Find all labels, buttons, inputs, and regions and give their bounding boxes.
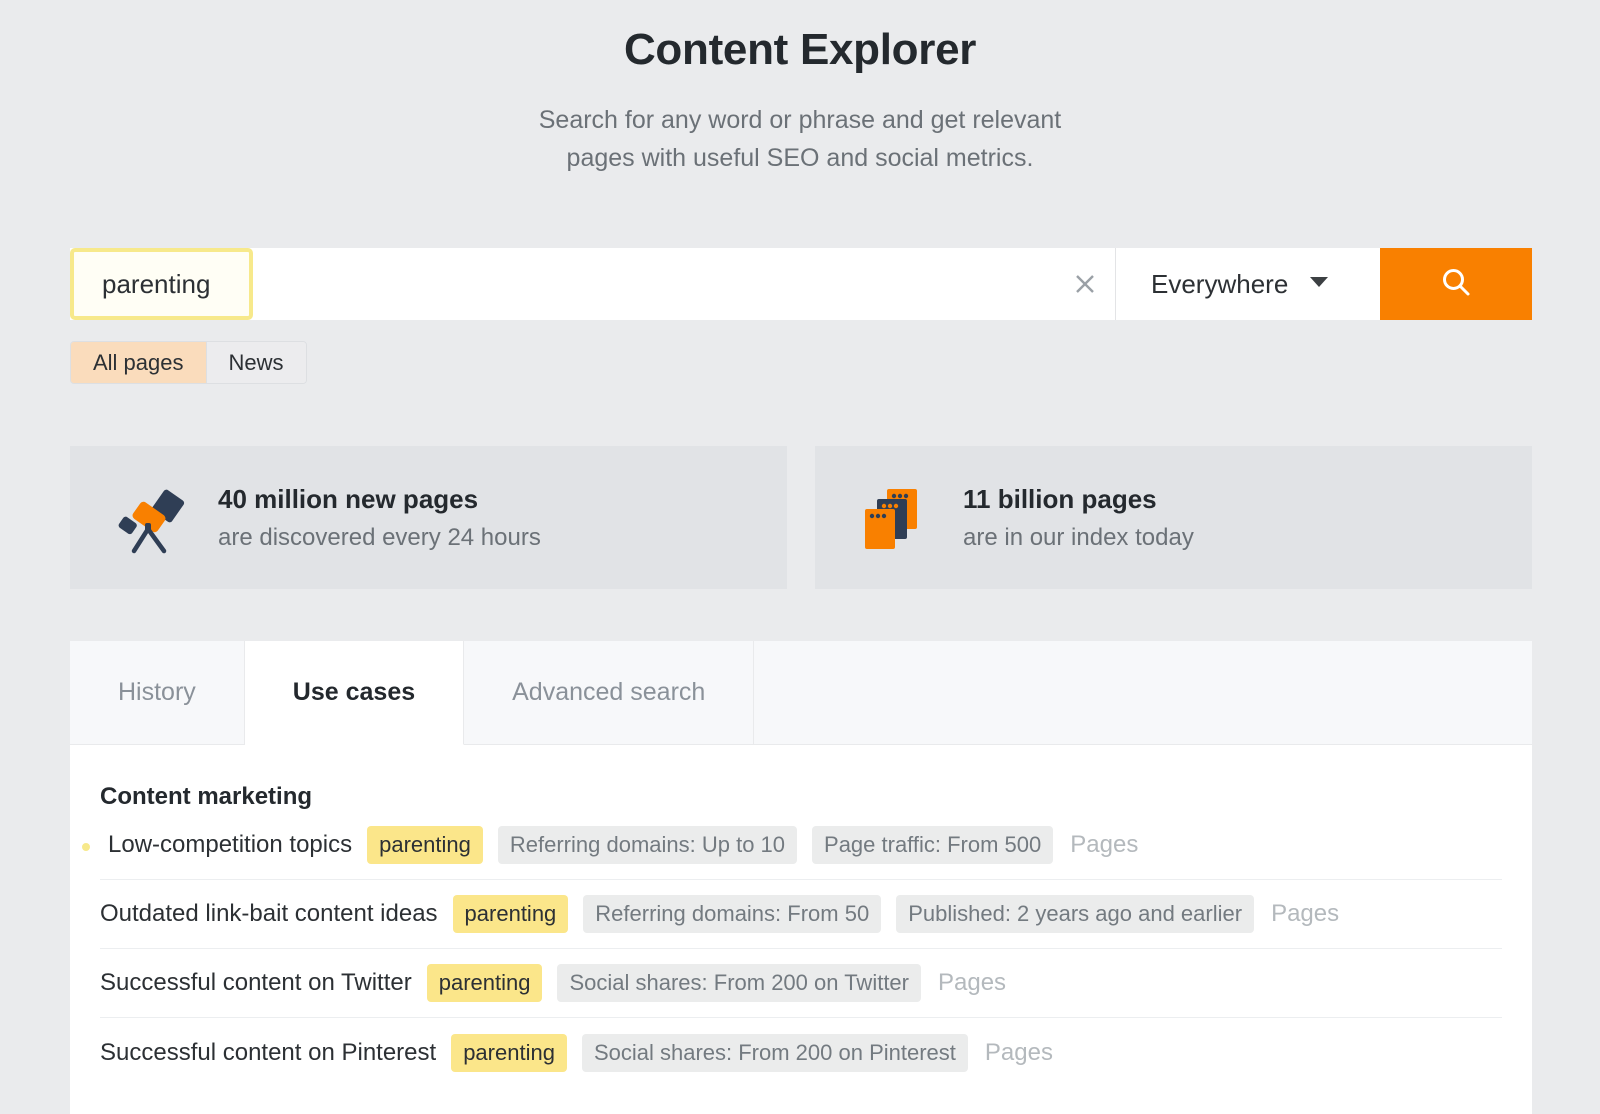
use-case-filter-pill: Page traffic: From 500 <box>812 826 1053 864</box>
use-case-keyword-pill: parenting <box>451 1034 567 1072</box>
use-case-filter-pill: Published: 2 years ago and earlier <box>896 895 1254 933</box>
use-case-filter-pill: Referring domains: From 50 <box>583 895 881 933</box>
search-input-container <box>70 248 1055 320</box>
use-case-row[interactable]: Successful content on Pinterest parentin… <box>100 1018 1502 1087</box>
use-case-name: Low-competition topics <box>108 831 352 859</box>
page-subtitle: Search for any word or phrase and get re… <box>0 101 1600 177</box>
use-case-pages-label: Pages <box>1271 900 1339 928</box>
stat-subtitle: are in our index today <box>963 524 1194 552</box>
stacked-pages-icon <box>857 481 931 555</box>
suggestions-panel: History Use cases Advanced search Conten… <box>70 641 1532 1114</box>
use-case-keyword-pill: parenting <box>453 895 569 933</box>
tab-advanced-search[interactable]: Advanced search <box>464 641 754 744</box>
stat-card-index-size: 11 billion pages are in our index today <box>815 446 1532 589</box>
stat-card-text: 11 billion pages are in our index today <box>963 484 1194 552</box>
use-case-name: Successful content on Pinterest <box>100 1039 436 1067</box>
subtitle-line-2: pages with useful SEO and social metrics… <box>0 139 1600 177</box>
search-scope-dropdown[interactable]: Everywhere <box>1115 248 1380 320</box>
stat-card-new-pages: 40 million new pages are discovered ever… <box>70 446 787 589</box>
toggle-news[interactable]: News <box>206 342 306 383</box>
stat-subtitle: are discovered every 24 hours <box>218 524 541 552</box>
use-case-list: Low-competition topics parenting Referri… <box>70 811 1532 1087</box>
page-header: Content Explorer Search for any word or … <box>0 0 1600 177</box>
use-case-name: Outdated link-bait content ideas <box>100 900 438 928</box>
close-icon <box>1070 269 1100 299</box>
stat-title: 40 million new pages <box>218 484 541 515</box>
stat-card-text: 40 million new pages are discovered ever… <box>218 484 541 552</box>
telescope-icon <box>112 481 186 555</box>
use-case-keyword-pill: parenting <box>427 964 543 1002</box>
page-type-toggle: All pages News <box>70 341 307 384</box>
chevron-down-icon <box>1310 275 1328 293</box>
use-case-filter-pill: Social shares: From 200 on Pinterest <box>582 1034 968 1072</box>
use-case-name: Successful content on Twitter <box>100 969 412 997</box>
tab-use-cases[interactable]: Use cases <box>245 641 464 745</box>
search-scope-value: Everywhere <box>1151 269 1288 300</box>
content-explorer-page: Content Explorer Search for any word or … <box>0 0 1600 1114</box>
subtitle-line-1: Search for any word or phrase and get re… <box>0 101 1600 139</box>
search-input[interactable] <box>70 248 1055 320</box>
search-submit-button[interactable] <box>1380 248 1532 320</box>
use-case-row[interactable]: Low-competition topics parenting Referri… <box>100 811 1502 880</box>
use-case-row[interactable]: Successful content on Twitter parenting … <box>100 949 1502 1018</box>
use-case-pages-label: Pages <box>938 969 1006 997</box>
search-icon <box>1439 265 1473 304</box>
use-case-filter-pill: Referring domains: Up to 10 <box>498 826 797 864</box>
toggle-all-pages[interactable]: All pages <box>71 342 206 383</box>
use-case-pages-label: Pages <box>1070 831 1138 859</box>
stat-cards: 40 million new pages are discovered ever… <box>70 446 1532 589</box>
use-case-row[interactable]: Outdated link-bait content ideas parenti… <box>100 880 1502 949</box>
use-case-filter-pill: Social shares: From 200 on Twitter <box>557 964 921 1002</box>
use-case-keyword-pill: parenting <box>367 826 483 864</box>
stat-title: 11 billion pages <box>963 484 1194 515</box>
tab-history[interactable]: History <box>70 641 245 744</box>
clear-search-button[interactable] <box>1055 248 1115 320</box>
use-case-pages-label: Pages <box>985 1039 1053 1067</box>
use-case-group-title: Content marketing <box>70 745 1532 811</box>
page-title: Content Explorer <box>0 26 1600 74</box>
panel-tabs: History Use cases Advanced search <box>70 641 1532 745</box>
use-case-row-highlight <box>82 843 90 851</box>
search-bar: Everywhere <box>70 248 1532 320</box>
